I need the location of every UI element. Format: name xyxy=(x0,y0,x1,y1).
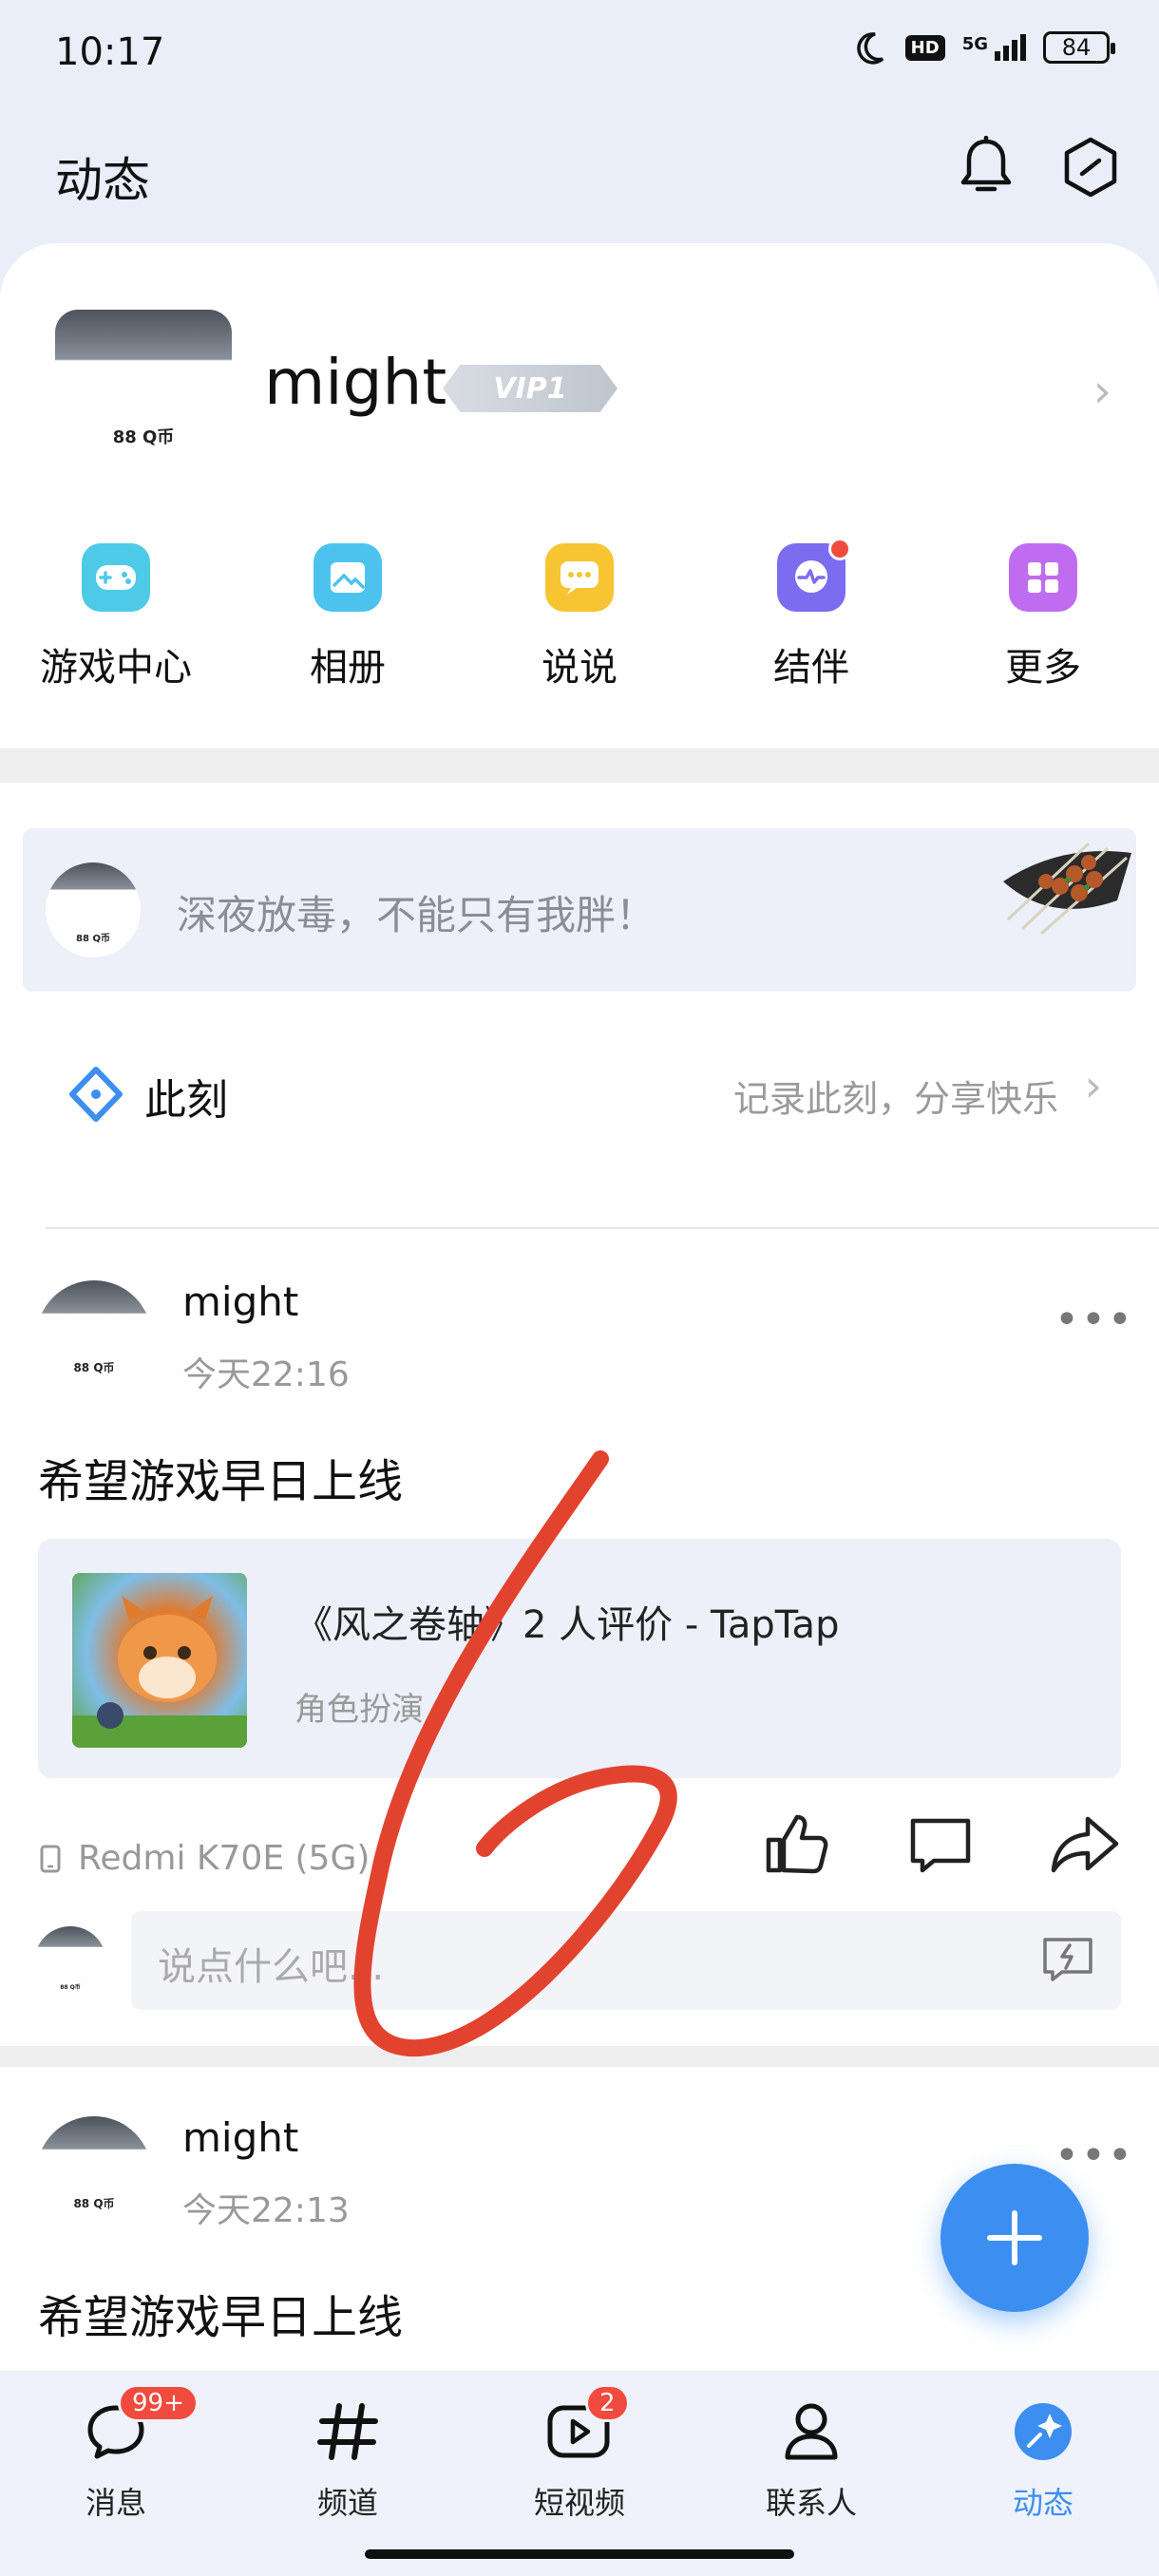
quick-action-album[interactable]: 相册 xyxy=(232,543,464,691)
nav-item-channels[interactable]: 频道 xyxy=(232,2371,464,2576)
hd-badge: HD xyxy=(904,34,945,61)
battery-level: 84 xyxy=(1061,34,1092,61)
unread-badge: 2 xyxy=(585,2384,630,2422)
device-name: Redmi K70E (5G) xyxy=(78,1839,370,1878)
post-device: Redmi K70E (5G) xyxy=(40,1839,370,1878)
signal-icon: 5G xyxy=(962,34,1026,61)
post-author[interactable]: might xyxy=(182,1279,298,1325)
network-type: 5G xyxy=(961,34,988,54)
photo-album-icon xyxy=(314,543,382,612)
avatar-coin-text: 88 Q币 xyxy=(112,427,175,447)
quick-action-label: 说说 xyxy=(542,646,618,690)
moment-diamond-icon xyxy=(69,1067,123,1122)
more-options-icon[interactable]: ••• xyxy=(1054,1296,1134,1344)
battery-icon: 84 xyxy=(1043,31,1115,64)
post-text: 希望游戏早日上线 xyxy=(38,1455,404,1508)
bbq-skewer-icon xyxy=(1003,842,1131,936)
video-icon: 2 xyxy=(543,2384,630,2468)
nav-label: 短视频 xyxy=(533,2485,625,2521)
notification-dot xyxy=(828,538,851,560)
quick-action-label: 游戏中心 xyxy=(40,646,192,690)
status-time: 10:17 xyxy=(55,30,165,74)
mood-banner-text: 深夜放毒，不能只有我胖！ xyxy=(177,892,656,938)
page-title: 动态 xyxy=(55,153,150,208)
mood-avatar: 88 Q币 xyxy=(46,862,141,957)
like-thumb-icon[interactable] xyxy=(758,1807,834,1883)
moment-title: 此刻 xyxy=(144,1076,228,1125)
hashtag-icon xyxy=(312,2396,384,2468)
nav-label: 动态 xyxy=(1012,2485,1074,2521)
nav-label: 频道 xyxy=(316,2485,378,2521)
divider xyxy=(46,1227,1159,1229)
profile-name[interactable]: might xyxy=(264,346,446,419)
add-post-button[interactable] xyxy=(940,2164,1089,2312)
quick-actions: 游戏中心 相册 说说 结伴 更多 xyxy=(0,538,1159,691)
nav-item-messages[interactable]: 99+ 消息 xyxy=(0,2371,232,2576)
chat-bubble-icon xyxy=(545,543,614,612)
post-text: 希望游戏早日上线 xyxy=(38,2291,404,2344)
quick-action-shuoshuo[interactable]: 说说 xyxy=(464,543,695,691)
vip-badge[interactable]: VIP1 xyxy=(443,365,618,412)
quick-action-more[interactable]: 更多 xyxy=(927,543,1159,691)
do-not-disturb-icon xyxy=(856,32,884,65)
home-indicator[interactable] xyxy=(365,2549,794,2559)
chevron-right-icon: › xyxy=(1084,1060,1102,1111)
phone-icon xyxy=(40,1845,61,1872)
quick-action-companion[interactable]: 结伴 xyxy=(695,538,927,691)
status-icons: HD 5G 84 xyxy=(850,28,1115,66)
shared-link-card[interactable]: 《风之卷轴》2 人评价 - TapTap 角色扮演 xyxy=(38,1539,1121,1778)
post-author[interactable]: might xyxy=(182,2114,298,2161)
quick-action-game-center[interactable]: 游戏中心 xyxy=(0,543,232,691)
comment-icon[interactable] xyxy=(902,1807,978,1883)
nav-item-feed[interactable]: 动态 xyxy=(927,2371,1159,2576)
feed-card: 88 Q币 might VIP1 › 游戏中心 相册 说说 结伴 更多 88 Q… xyxy=(0,243,1159,2576)
profile-avatar[interactable]: 88 Q币 xyxy=(55,310,232,486)
shared-link-subtitle: 角色扮演 xyxy=(294,1691,424,1729)
comment-placeholder: 说点什么吧... xyxy=(158,1945,385,1989)
grid-icon xyxy=(1009,543,1077,612)
comment-input[interactable]: 说点什么吧... xyxy=(131,1911,1121,2010)
nav-label: 消息 xyxy=(85,2485,146,2521)
nav-item-contacts[interactable]: 联系人 xyxy=(695,2371,927,2576)
avatar-coin-text: 88 Q币 xyxy=(76,934,110,944)
companion-icon xyxy=(777,538,851,612)
moment-row[interactable]: 此刻 记录此刻，分享快乐 › xyxy=(68,1060,1102,1128)
contacts-icon xyxy=(775,2396,847,2468)
post-time: 今天22:16 xyxy=(182,1355,350,1394)
plus-icon xyxy=(987,2210,1042,2265)
shared-link-title: 《风之卷轴》2 人评价 - TapTap xyxy=(294,1603,840,1647)
section-divider xyxy=(0,748,1159,783)
post-avatar[interactable]: 88 Q币 xyxy=(36,2116,152,2232)
game-thumbnail xyxy=(72,1573,247,1748)
nav-label: 联系人 xyxy=(765,2485,857,2521)
quick-action-label: 更多 xyxy=(1005,646,1081,690)
nav-item-short-video[interactable]: 2 短视频 xyxy=(464,2371,695,2576)
post-time: 今天22:13 xyxy=(182,2191,350,2230)
comment-avatar: 88 Q币 xyxy=(34,1926,106,1998)
feed-icon xyxy=(1007,2396,1079,2468)
moment-hint: 记录此刻，分享快乐 xyxy=(732,1078,1058,1120)
quick-reply-icon[interactable] xyxy=(1041,1936,1094,1983)
gamepad-icon xyxy=(82,543,150,612)
more-options-icon[interactable]: ••• xyxy=(1054,2131,1134,2180)
notification-bell-icon[interactable] xyxy=(952,133,1020,201)
quick-action-label: 相册 xyxy=(310,646,386,690)
post-avatar[interactable]: 88 Q币 xyxy=(36,1280,152,1396)
unread-badge: 99+ xyxy=(118,2384,199,2422)
avatar-coin-text: 88 Q币 xyxy=(73,1361,115,1374)
section-divider xyxy=(0,2046,1159,2067)
share-arrow-icon[interactable] xyxy=(1047,1807,1123,1883)
quick-action-label: 结伴 xyxy=(773,646,849,690)
avatar-coin-text: 88 Q币 xyxy=(60,1984,81,1991)
avatar-coin-text: 88 Q币 xyxy=(73,2197,115,2210)
bottom-nav: 99+ 消息 频道 2 短视频 联系人 动态 xyxy=(0,2371,1159,2576)
mood-banner[interactable]: 88 Q币 深夜放毒，不能只有我胖！ xyxy=(23,828,1136,992)
chevron-right-icon[interactable]: › xyxy=(1093,365,1112,418)
settings-hexagon-icon[interactable] xyxy=(1056,133,1125,201)
message-icon: 99+ xyxy=(80,2384,199,2468)
